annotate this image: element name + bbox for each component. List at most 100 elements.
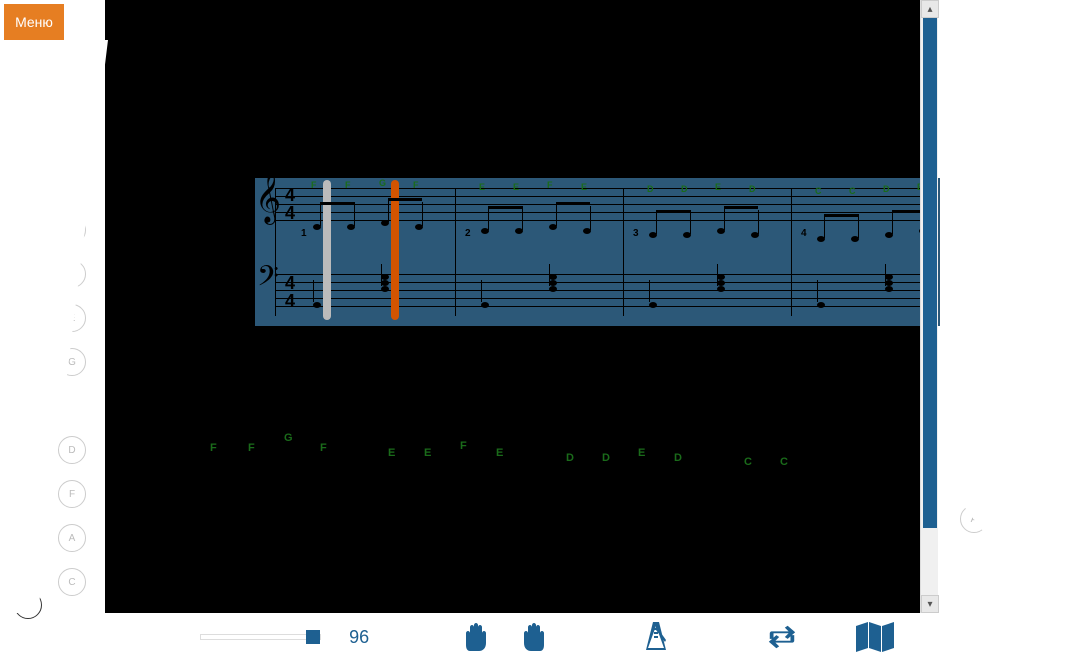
- rightColA-note-F-6[interactable]: F: [960, 417, 988, 445]
- score-note-label: E: [513, 182, 519, 192]
- measure-num: 1: [301, 228, 307, 239]
- scroll-thumb[interactable]: [923, 18, 937, 528]
- leftCol2-note-A-10[interactable]: A: [58, 524, 86, 552]
- leftCol1-note-G-9[interactable]: G: [14, 547, 42, 575]
- rightColC-note-7-0[interactable]: 7: [1048, 150, 1076, 178]
- rightColC-note-M-6[interactable]: M: [1048, 414, 1076, 442]
- barline: [455, 188, 456, 316]
- note-label: F: [1059, 467, 1065, 478]
- note-label: D#: [22, 71, 35, 82]
- leftCol2-note-D-2[interactable]: D: [58, 128, 86, 156]
- leftCol2-note-D-8[interactable]: D: [58, 436, 86, 464]
- score-note-label: E: [715, 182, 721, 192]
- menu-button[interactable]: Меню: [4, 4, 64, 40]
- note-label: A: [25, 424, 32, 435]
- rightColC-note-D-1[interactable]: D: [1048, 198, 1076, 226]
- note-label: A: [971, 207, 978, 218]
- bass-chord-note: [885, 280, 893, 286]
- beam: [488, 206, 522, 209]
- leftCol2-note-A-4[interactable]: A: [58, 216, 86, 244]
- beam: [724, 206, 758, 209]
- time-sig-top-treble: 4: [283, 186, 297, 204]
- rightColA-note-C-3[interactable]: C: [960, 286, 988, 314]
- tempo-thumb[interactable]: [306, 630, 320, 644]
- beam: [824, 214, 858, 217]
- rightColA-note-G-7[interactable]: G: [960, 461, 988, 489]
- leftCol1-note-E-8[interactable]: E: [14, 503, 42, 531]
- note-label: E: [971, 383, 978, 394]
- leftCol1-note-Dsharp-0[interactable]: D#: [14, 62, 42, 90]
- rightColB-note-m-6[interactable]: m: [1004, 440, 1032, 468]
- note-label: E: [25, 512, 32, 523]
- vertical-scrollbar[interactable]: ▴ ▾: [920, 0, 938, 613]
- stem: [388, 198, 389, 222]
- leftCol1-note-A-6[interactable]: A: [14, 415, 42, 443]
- beam: [556, 202, 590, 205]
- bass-notehead: [649, 302, 657, 308]
- leftCol2-note-G-7[interactable]: G: [58, 348, 86, 376]
- view-mode-button[interactable]: [854, 619, 896, 655]
- measure-num: 3: [633, 228, 639, 239]
- leftCol1-note-F-5[interactable]: F: [14, 371, 42, 399]
- falling-note-label: D: [602, 452, 610, 464]
- scroll-down-arrow[interactable]: ▾: [921, 595, 939, 613]
- tempo-slider[interactable]: [200, 634, 321, 640]
- note-label: G: [1058, 295, 1066, 306]
- rightColC-note-F-7[interactable]: F: [1048, 458, 1076, 486]
- rightColA-note-A-1[interactable]: A: [960, 198, 988, 226]
- rightColC-note-M-2[interactable]: M: [1048, 242, 1076, 270]
- rightColA-note-D-4[interactable]: D: [960, 330, 988, 358]
- leftCol2-note-E-6[interactable]: E: [58, 304, 86, 332]
- rightColA-note-A-8[interactable]: A: [960, 505, 988, 533]
- rightColB-note-7-2[interactable]: 7: [1004, 260, 1032, 288]
- note-label: G: [24, 556, 32, 567]
- rightColB-note-A-5[interactable]: A: [1004, 396, 1032, 424]
- loop-button[interactable]: [766, 619, 798, 655]
- note-label: C: [1058, 383, 1065, 394]
- rightColC-note-C-5[interactable]: C: [1048, 374, 1076, 402]
- scroll-up-arrow[interactable]: ▴: [921, 0, 939, 18]
- bottom-toolbar: 96: [105, 613, 940, 661]
- rightColB-note-m-4[interactable]: m: [1004, 352, 1032, 380]
- left-hand-button[interactable]: [465, 619, 491, 655]
- rightColC-note-M-4[interactable]: M: [1048, 330, 1076, 358]
- stem: [354, 202, 355, 226]
- rightColC-note-G-3[interactable]: G: [1048, 286, 1076, 314]
- note-label: G: [970, 470, 978, 481]
- rightColB-note-E-3[interactable]: E: [1004, 308, 1032, 336]
- note-label: D: [68, 137, 75, 148]
- note-label: F#: [66, 93, 78, 104]
- leftCol2-note-F-3[interactable]: F: [58, 172, 86, 200]
- stem: [892, 210, 893, 234]
- playhead-gray[interactable]: [323, 180, 331, 320]
- score-note-label: D: [647, 184, 654, 194]
- leftCol1-note-C-7[interactable]: C: [14, 459, 42, 487]
- note-label: 7: [1015, 269, 1021, 280]
- rightColB-note-7-0[interactable]: 7: [1004, 172, 1032, 200]
- right-hand-button[interactable]: [519, 619, 545, 655]
- leftCol1-note-G-3[interactable]: G: [14, 239, 42, 267]
- stem: [320, 202, 321, 226]
- rightColA-note-Fsharp-0[interactable]: F#: [960, 150, 988, 178]
- falling-note-label: C: [780, 456, 788, 468]
- rightColA-note-B-2[interactable]: B: [960, 242, 988, 270]
- leftCol1-note-E-2[interactable]: E: [14, 195, 42, 223]
- bass-chord-note: [717, 280, 725, 286]
- rightColB-note-B-1[interactable]: B: [1004, 220, 1032, 248]
- leftCol2-note-C-5[interactable]: C: [58, 260, 86, 288]
- leftCol1-note-C-1[interactable]: C: [14, 150, 42, 178]
- metronome-button[interactable]: [642, 619, 670, 655]
- bass-notehead: [717, 286, 725, 292]
- leftCol1-note-B-10[interactable]: B: [14, 591, 42, 619]
- playhead-orange[interactable]: [391, 180, 399, 320]
- bass-chord-note: [549, 274, 557, 280]
- score-note-label: C: [815, 186, 822, 196]
- score-note-label: C: [849, 186, 856, 196]
- treble-clef: 𝄞: [255, 176, 281, 220]
- falling-note-label: E: [496, 447, 503, 459]
- rightColA-note-E-5[interactable]: E: [960, 374, 988, 402]
- leftCol2-note-C-11[interactable]: C: [58, 568, 86, 596]
- note-label: F: [69, 181, 75, 192]
- leftCol2-note-F-9[interactable]: F: [58, 480, 86, 508]
- leftCol1-note-D-4[interactable]: D: [14, 327, 42, 355]
